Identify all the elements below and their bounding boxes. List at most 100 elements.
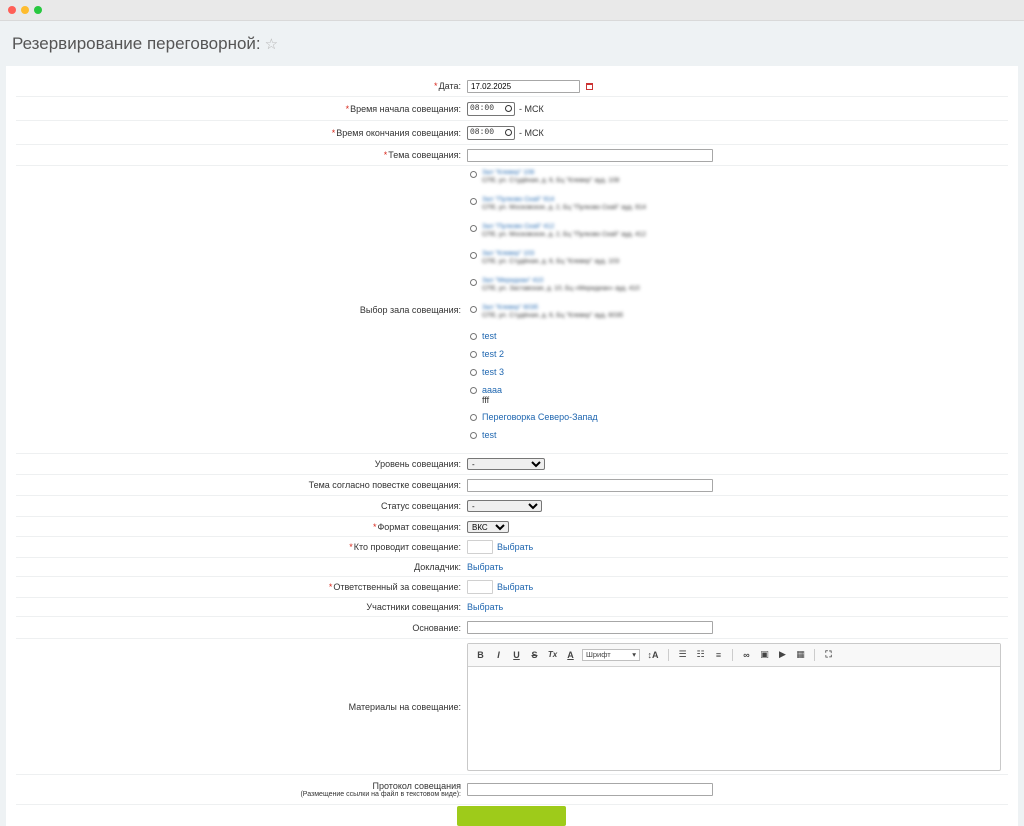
close-window-button[interactable] — [8, 6, 16, 14]
toolbar-divider — [668, 648, 669, 661]
row-host: * Кто проводит совещание: Выбрать — [16, 537, 1008, 558]
font-size-button[interactable]: ↕A — [645, 650, 661, 660]
host-label: Кто проводит совещание: — [353, 542, 461, 552]
star-icon[interactable]: ☆ — [265, 36, 278, 53]
row-start-time: * Время начала совещания: 08:00 - МСК — [16, 97, 1008, 121]
room-name: test 3 — [482, 367, 505, 377]
form-card: *Дата: *Время начала совещания: 08:00 - … — [6, 66, 1018, 826]
status-select[interactable]: - — [467, 500, 542, 512]
materials-editor: B I U S Tx A Шрифт ▾ ↕A ☰ ☷ ≡ ∞ ▣ ▶ ▦ ⛶ — [467, 642, 1001, 771]
responsible-select-link[interactable]: Выбрать — [497, 582, 533, 592]
protocol-input[interactable] — [467, 783, 713, 796]
clear-format-button[interactable]: Tx — [546, 650, 559, 659]
room-name: аааа — [482, 385, 503, 395]
agenda-topic-input[interactable] — [467, 478, 713, 492]
room-options: Зал "Клевер" 108 СПб, ул. Студёная, д. 6,… — [467, 166, 1008, 453]
room-address: СПб, ул. Студёная, д. 6, Бц "Клевер" ауд… — [482, 258, 620, 265]
video-icon[interactable]: ▶ — [776, 649, 789, 660]
ordered-list-icon[interactable]: ☰ — [676, 649, 689, 660]
room-radio[interactable] — [470, 369, 477, 376]
strike-button[interactable]: S — [528, 650, 541, 660]
participants-select-link[interactable]: Выбрать — [467, 602, 503, 612]
toolbar-divider — [732, 648, 733, 661]
maximize-window-button[interactable] — [34, 6, 42, 14]
room-radio[interactable] — [470, 225, 477, 232]
room-radio[interactable] — [470, 198, 477, 205]
start-time-input[interactable]: 08:00 — [467, 101, 515, 116]
room-name: Зал "Клевер" 108 — [482, 169, 535, 176]
room-radio[interactable] — [470, 306, 477, 313]
room-address: СПб, ул. Московское, д. 2, Бц "Пулково С… — [482, 204, 646, 211]
room-address: СПб, ул. Московское, д. 2, Бц "Пулково С… — [482, 231, 646, 238]
start-time-value: 08:00 — [470, 104, 495, 113]
clock-icon[interactable] — [505, 129, 512, 136]
room-option[interactable]: Зал "Клевер" 603б СПб, ул. Студёная, д. 6… — [467, 304, 623, 331]
room-radio[interactable] — [470, 387, 477, 394]
host-select-link[interactable]: Выбрать — [497, 542, 533, 552]
font-select[interactable]: Шрифт ▾ — [582, 648, 640, 661]
image-icon[interactable]: ▣ — [758, 649, 771, 660]
table-icon[interactable]: ▦ — [794, 649, 807, 660]
room-radio[interactable] — [470, 333, 477, 340]
host-field[interactable] — [467, 540, 493, 554]
room-option[interactable]: test — [467, 430, 497, 448]
level-label: Уровень совещания: — [374, 459, 461, 469]
room-option[interactable]: Зал "Пулково Скай" 914 СПб, ул. Московско… — [467, 196, 646, 223]
italic-button[interactable]: I — [492, 650, 505, 660]
room-name: Зал "Пулково Скай" 412 — [482, 223, 555, 230]
text-color-button[interactable]: A — [564, 650, 577, 660]
responsible-field[interactable] — [467, 580, 493, 594]
room-option[interactable]: Зал "Клевер" 103 СПб, ул. Студёная, д. 6,… — [467, 250, 619, 277]
submit-button[interactable] — [457, 806, 566, 826]
fullscreen-icon[interactable]: ⛶ — [822, 649, 835, 660]
room-option[interactable]: Зал "Пулково Скай" 412 СПб, ул. Московско… — [467, 223, 646, 250]
minimize-window-button[interactable] — [21, 6, 29, 14]
end-time-label: Время окончания совещания: — [336, 127, 461, 138]
room-name: test — [482, 430, 497, 440]
calendar-icon[interactable] — [586, 82, 593, 90]
row-status: Статус совещания: - — [16, 496, 1008, 517]
room-option[interactable]: test 2 — [467, 349, 504, 367]
room-radio[interactable] — [470, 414, 477, 421]
editor-content-area[interactable] — [468, 667, 1000, 771]
topic-input[interactable] — [467, 148, 713, 162]
date-label: Дата: — [438, 81, 461, 91]
room-address: СПб, ул. Заставская, д. 10, Бц «Меридиан… — [482, 285, 640, 292]
bold-button[interactable]: B — [474, 650, 487, 660]
speaker-label: Докладчик: — [414, 562, 461, 572]
basis-input[interactable] — [467, 621, 713, 634]
room-option[interactable]: Переговорка Северо-Запад — [467, 412, 598, 430]
speaker-select-link[interactable]: Выбрать — [467, 562, 503, 572]
room-radio[interactable] — [470, 432, 477, 439]
status-label: Статус совещания: — [380, 501, 461, 511]
room-radio[interactable] — [470, 279, 477, 286]
bulleted-list-icon[interactable]: ☷ — [694, 649, 707, 660]
date-input[interactable] — [467, 79, 580, 93]
room-option[interactable]: test 3 — [467, 367, 504, 385]
row-responsible: * Ответственный за совещание: Выбрать — [16, 577, 1008, 598]
row-speaker: Докладчик: Выбрать — [16, 558, 1008, 577]
align-icon[interactable]: ≡ — [712, 650, 725, 660]
room-option[interactable]: аааа fff — [467, 385, 502, 412]
level-select[interactable]: - — [467, 458, 545, 470]
start-time-label: Время начала совещания: — [350, 103, 461, 114]
responsible-label: Ответственный за совещание: — [333, 582, 461, 592]
room-option[interactable]: Зал "Клевер" 108 СПб, ул. Студёная, д. 6,… — [467, 169, 619, 196]
window-titlebar — [0, 0, 1024, 21]
room-radio[interactable] — [470, 351, 477, 358]
clock-icon[interactable] — [505, 105, 512, 112]
room-option[interactable]: test — [467, 331, 497, 349]
room-option[interactable]: Зал "Меридиан" 410 СПб, ул. Заставская, д… — [467, 277, 640, 304]
room-radio[interactable] — [470, 171, 477, 178]
room-radio[interactable] — [470, 252, 477, 259]
basis-label: Основание: — [412, 622, 461, 633]
topic-label: Тема совещания: — [388, 150, 461, 160]
booking-form: *Дата: *Время начала совещания: 08:00 - … — [16, 76, 1008, 805]
link-icon[interactable]: ∞ — [740, 650, 753, 660]
format-select[interactable]: ВКС — [467, 520, 509, 533]
participants-label: Участники совещания: — [366, 602, 461, 612]
row-protocol: Протокол совещания (Размещение ссылки на… — [16, 775, 1008, 805]
underline-button[interactable]: U — [510, 650, 523, 660]
end-time-input[interactable]: 08:00 — [467, 125, 515, 140]
row-basis: Основание: — [16, 617, 1008, 639]
